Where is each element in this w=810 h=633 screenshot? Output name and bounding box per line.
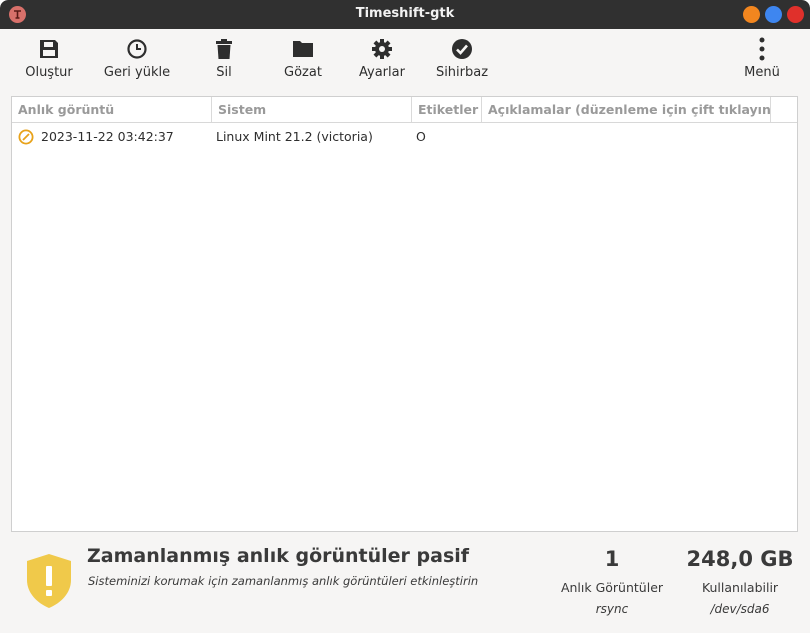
table-row[interactable]: 2023-11-22 03:42:37 Linux Mint 21.2 (vic… xyxy=(12,124,797,150)
toolbar: Oluştur Geri yükle Sil Gözat Ayarlar Sih… xyxy=(0,29,810,92)
folder-icon xyxy=(291,37,315,61)
column-header-system[interactable]: Sistem xyxy=(212,97,412,122)
create-label: Oluştur xyxy=(25,65,73,80)
snapshot-count-label: Anlık Görüntüler xyxy=(560,580,664,595)
minimize-button[interactable] xyxy=(743,6,760,23)
check-circle-icon xyxy=(450,37,474,61)
system-cell: Linux Mint 21.2 (victoria) xyxy=(216,129,373,144)
close-button[interactable] xyxy=(787,6,804,23)
snapshot-clock-icon xyxy=(18,129,34,145)
restore-button[interactable]: Geri yükle xyxy=(104,29,170,92)
snapshot-count-value: 1 xyxy=(604,547,620,571)
create-button[interactable]: Oluştur xyxy=(22,29,76,92)
delete-button[interactable]: Sil xyxy=(204,29,244,92)
maximize-button[interactable] xyxy=(765,6,782,23)
snapshot-date-cell: 2023-11-22 03:42:37 xyxy=(41,129,174,144)
wizard-button[interactable]: Sihirbaz xyxy=(434,29,490,92)
more-vertical-icon xyxy=(750,37,774,61)
restore-label: Geri yükle xyxy=(103,65,171,80)
save-icon xyxy=(37,37,61,61)
snapshot-mode: rsync xyxy=(595,602,629,616)
menu-label: Menü xyxy=(744,65,780,80)
backup-device: /dev/sda6 xyxy=(710,602,770,616)
settings-label: Ayarlar xyxy=(359,65,405,80)
available-space-value: 248,0 GB xyxy=(686,547,794,571)
browse-button[interactable]: Gözat xyxy=(280,29,326,92)
gear-icon xyxy=(370,37,394,61)
warning-shield-icon xyxy=(27,554,71,608)
snapshot-table: Anlık görüntü Sistem Etiketler Açıklamal… xyxy=(11,96,798,532)
delete-label: Sil xyxy=(216,65,232,80)
status-message: Sisteminizi korumak için zamanlanmış anl… xyxy=(88,574,479,588)
column-header-tags[interactable]: Etiketler xyxy=(412,97,482,122)
snapshot-count-stat: 1 Anlık Görüntüler rsync xyxy=(552,547,672,616)
status-title: Zamanlanmış anlık görüntüler pasif xyxy=(87,545,470,567)
status-bar: Zamanlanmış anlık görüntüler pasif Siste… xyxy=(0,537,810,633)
menu-button[interactable]: Menü xyxy=(740,29,784,92)
window-title: Timeshift-gtk xyxy=(355,6,455,21)
title-bar[interactable]: Timeshift-gtk xyxy=(0,0,810,29)
trash-icon xyxy=(212,37,236,61)
available-space-label: Kullanılabilir xyxy=(701,580,779,595)
app-window: Timeshift-gtk Oluştur Geri yükle Sil Göz… xyxy=(0,0,810,633)
available-space-stat: 248,0 GB Kullanılabilir /dev/sda6 xyxy=(680,547,800,616)
wizard-label: Sihirbaz xyxy=(435,65,489,80)
column-header-comments[interactable]: Açıklamalar (düzenleme için çift tıklayı… xyxy=(482,97,771,122)
settings-button[interactable]: Ayarlar xyxy=(356,29,408,92)
column-header-snapshot[interactable]: Anlık görüntü xyxy=(12,97,212,122)
browse-label: Gözat xyxy=(284,65,322,80)
clock-icon xyxy=(125,37,149,61)
tags-cell: O xyxy=(416,129,426,144)
table-header: Anlık görüntü Sistem Etiketler Açıklamal… xyxy=(12,97,797,123)
